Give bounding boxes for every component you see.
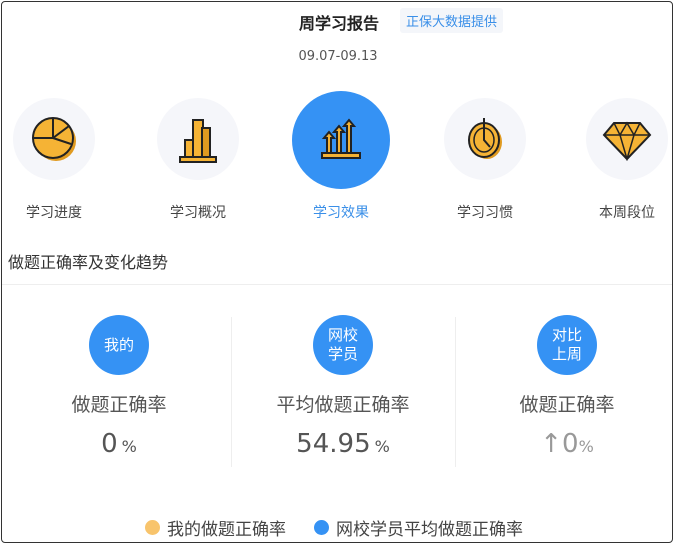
nav-item-overview[interactable]: 学习概况 [143, 98, 253, 221]
bubble-text: 对比 [551, 326, 582, 344]
bubble-text: 我的 [103, 335, 134, 354]
nav-item-progress[interactable]: 学习进度 [2, 98, 109, 221]
value-number: ↑0 [540, 429, 579, 459]
divider [2, 284, 672, 285]
stat-school-average: 网校 学员 平均做题正确率 54.95% [231, 315, 455, 459]
stat-value: ↑0% [455, 429, 672, 459]
clock-icon [468, 118, 502, 159]
stat-bubble: 对比 上周 [537, 315, 597, 375]
stat-vs-last-week: 对比 上周 做题正确率 ↑0% [455, 315, 672, 459]
stat-value: 0% [7, 429, 231, 459]
value-unit: % [374, 437, 390, 456]
legend-label-mine: 我的做题正确率 [167, 520, 286, 540]
value-number: 54.95 [296, 429, 371, 459]
nav-item-habits[interactable]: 学习习惯 [430, 98, 540, 221]
section-title: 做题正确率及变化趋势 [8, 253, 169, 272]
stat-my-accuracy: 我的 做题正确率 0% [7, 315, 231, 459]
data-provider-badge: 正保大数据提供 [400, 8, 504, 33]
legend-dot-school [314, 520, 329, 535]
value-unit: % [578, 437, 594, 456]
stat-label: 做题正确率 [71, 394, 167, 416]
stat-bubble: 网校 学员 [313, 315, 373, 375]
legend-label-school: 网校学员平均做题正确率 [336, 520, 523, 540]
stat-label: 平均做题正确率 [276, 394, 410, 416]
bubble-text: 上周 [551, 345, 582, 363]
pie-chart-icon [32, 117, 76, 161]
chart-legend: 我的做题正确率 网校学员平均做题正确率 [145, 515, 523, 540]
stat-bubble: 我的 [89, 315, 149, 375]
nav-item-rank[interactable]: 本周段位 [572, 98, 672, 221]
diamond-icon [602, 121, 652, 161]
rising-arrows-icon [321, 118, 361, 159]
date-range: 09.07-09.13 [298, 49, 378, 64]
legend-dot-mine [145, 520, 160, 535]
page-title: 周学习报告 [299, 14, 380, 33]
stat-label: 做题正确率 [519, 394, 615, 416]
nav-item-effect[interactable]: 学习效果 [286, 91, 396, 221]
weekly-report-panel: 周学习报告 正保大数据提供 09.07-09.13 学习进度 学习概况 学习效果… [1, 1, 673, 543]
value-number: 0 [101, 429, 118, 459]
bubble-text: 学员 [327, 345, 358, 363]
bar-chart-icon [179, 119, 217, 163]
bubble-text: 网校 [327, 326, 358, 344]
value-unit: % [121, 437, 137, 456]
stat-value: 54.95% [231, 429, 455, 459]
